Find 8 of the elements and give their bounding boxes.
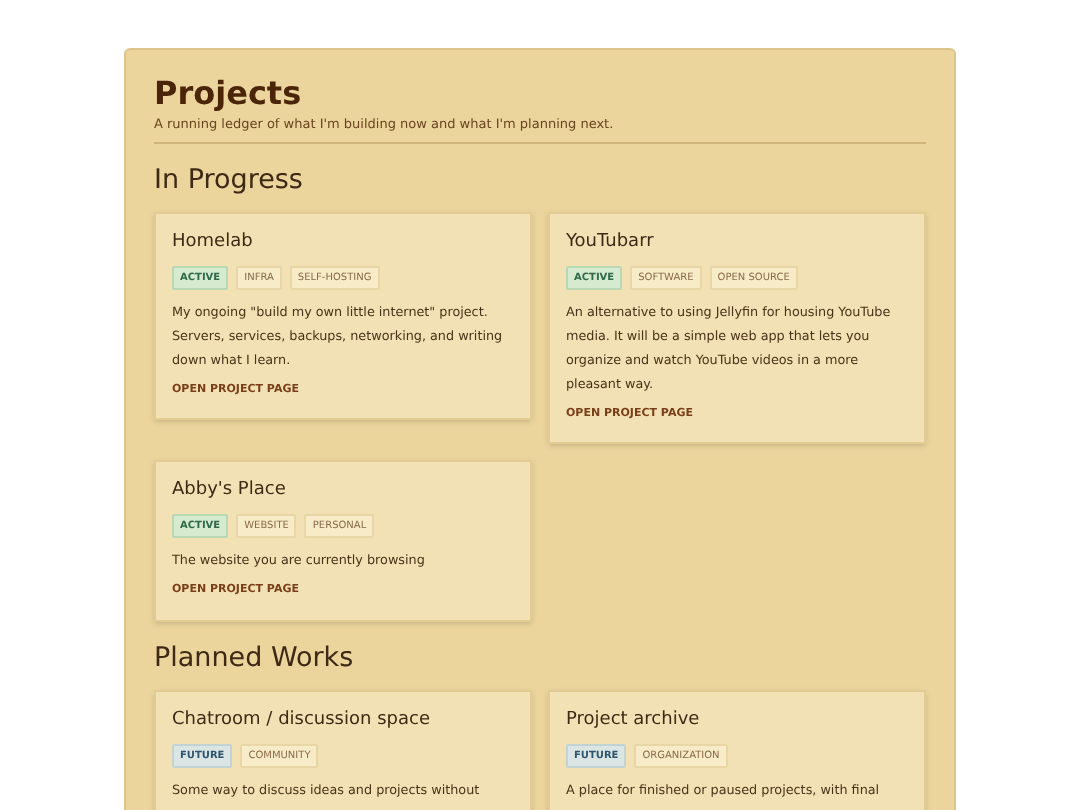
project-title: YouTubarr xyxy=(566,230,656,254)
project-title: Homelab xyxy=(172,230,255,254)
page-title: Projects xyxy=(154,74,304,114)
project-title: Abby's Place xyxy=(172,478,288,503)
project-title: Chatroom / discussion space xyxy=(172,707,432,731)
project-title: Project archive xyxy=(566,707,702,731)
section-heading: In Progress xyxy=(154,162,305,200)
section-heading: Planned Works xyxy=(154,639,356,677)
